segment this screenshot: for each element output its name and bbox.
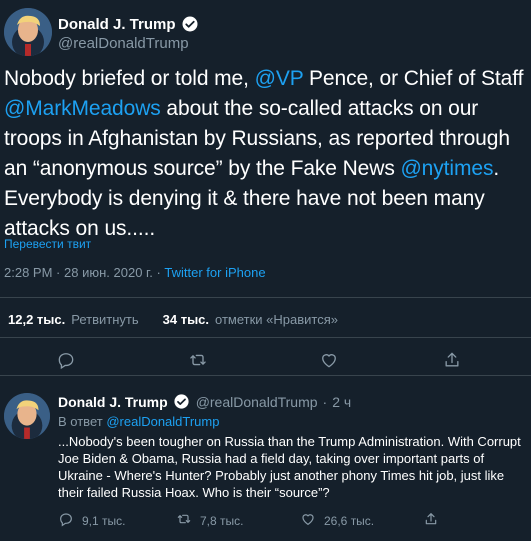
author-name[interactable]: Donald J. Trump — [58, 394, 168, 410]
divider — [0, 337, 531, 338]
author-row: Donald J. Trump — [58, 15, 199, 33]
reply-action-reply[interactable]: 9,1 тыс. — [58, 511, 125, 530]
avatar[interactable] — [4, 8, 52, 56]
tweet-text-part: Nobody briefed or told me, — [4, 67, 255, 90]
author-name[interactable]: Donald J. Trump — [58, 16, 176, 33]
share-icon[interactable] — [423, 511, 439, 530]
retweets-label[interactable]: Ретвитнуть — [71, 312, 138, 327]
like-count: 26,6 тыс. — [324, 513, 375, 528]
like-icon[interactable] — [300, 511, 316, 530]
tweet-text: Nobody briefed or told me, @VP Pence, or… — [4, 64, 524, 244]
tweet-age[interactable]: 2 ч — [332, 394, 351, 410]
main-tweet: Donald J. Trump @realDonaldTrump Nobody … — [0, 0, 531, 376]
tweet-actions — [0, 345, 531, 375]
reply-count: 9,1 тыс. — [82, 513, 126, 528]
reply-to-label: В ответ — [58, 414, 103, 429]
divider — [0, 297, 531, 298]
author-handle[interactable]: @realDonaldTrump — [196, 394, 318, 410]
reply-tweet[interactable]: Donald J. Trump @realDonaldTrump · 2 ч В… — [0, 383, 531, 541]
meta-separator: · — [156, 265, 161, 280]
mention-link[interactable]: @VP — [255, 67, 304, 90]
retweet-count: 7,8 тыс. — [200, 513, 244, 528]
avatar[interactable] — [4, 393, 50, 439]
source-link[interactable]: Twitter for iPhone — [164, 265, 265, 280]
reply-actions: 9,1 тыс. 7,8 тыс. 26,6 тыс. — [58, 511, 528, 531]
retweet-icon[interactable] — [187, 349, 209, 371]
dot-separator: · — [322, 394, 328, 410]
mention-link[interactable]: @nytimes — [400, 157, 493, 180]
verified-badge-icon — [181, 15, 199, 33]
tweet-date[interactable]: 28 июн. 2020 г. — [64, 265, 153, 280]
reply-action-retweet[interactable]: 7,8 тыс. — [176, 511, 243, 530]
likes-label[interactable]: отметки «Нравится» — [215, 312, 338, 327]
tweet-text-part: Pence, or Chief of Staff — [303, 67, 524, 90]
like-icon[interactable] — [318, 349, 340, 371]
meta-separator: · — [56, 265, 61, 280]
verified-badge-icon — [173, 393, 191, 411]
engagement-stats: 12,2 тыс. Ретвитнуть 34 тыс. отметки «Нр… — [8, 312, 338, 327]
likes-count[interactable]: 34 тыс. — [163, 312, 209, 327]
divider — [0, 375, 531, 376]
translate-link[interactable]: Перевести твит — [4, 237, 91, 251]
retweets-count[interactable]: 12,2 тыс. — [8, 312, 65, 327]
reply-text: ...Nobody's been tougher on Russia than … — [58, 434, 521, 500]
retweet-icon[interactable] — [176, 511, 192, 530]
tweet-time[interactable]: 2:28 PM — [4, 265, 52, 280]
share-icon[interactable] — [441, 349, 463, 371]
reply-action-share[interactable] — [423, 511, 439, 530]
reply-icon[interactable] — [58, 511, 74, 530]
tweet-meta: 2:28 PM · 28 июн. 2020 г. · Twitter for … — [4, 265, 266, 280]
reply-action-like[interactable]: 26,6 тыс. — [300, 511, 374, 530]
reply-icon[interactable] — [55, 349, 77, 371]
mention-link[interactable]: @MarkMeadows — [4, 97, 161, 120]
author-row: Donald J. Trump @realDonaldTrump · 2 ч — [58, 393, 351, 411]
reply-to: В ответ @realDonaldTrump — [58, 414, 219, 429]
author-handle[interactable]: @realDonaldTrump — [58, 35, 189, 52]
reply-to-handle[interactable]: @realDonaldTrump — [106, 414, 219, 429]
